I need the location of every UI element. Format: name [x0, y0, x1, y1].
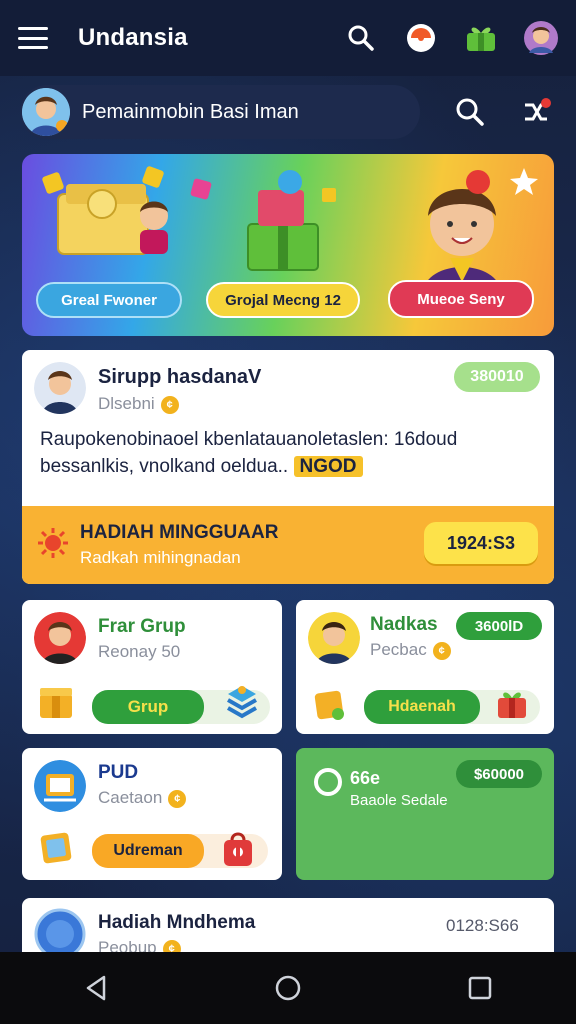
tile-avatar	[34, 612, 86, 664]
bottom-card-title: Hadiah Mndhema	[98, 912, 256, 933]
tile-subtitle: Caetaon ¢	[98, 788, 187, 808]
shuffle-icon[interactable]	[516, 92, 556, 132]
app-title: Undansia	[78, 24, 188, 51]
coin-icon: ¢	[160, 395, 179, 414]
search-icon[interactable]	[344, 21, 378, 55]
stack-icon	[226, 684, 258, 725]
box-icon	[38, 686, 74, 725]
group-description: Raupokenobinaoel kbenlatauanoletaslen: 1…	[40, 429, 458, 477]
tile-pud[interactable]: PUD Caetaon ¢ Udreman	[22, 748, 282, 880]
tile-action-button[interactable]: Udreman	[92, 834, 204, 868]
home-icon[interactable]	[258, 958, 318, 1018]
weekly-reward-subtitle: Radkah mihingnadan	[80, 548, 241, 567]
weekly-reward-title: HADIAH MINGGUAAR	[80, 522, 279, 543]
highlight-tag: NGOD	[293, 456, 363, 477]
search-icon[interactable]	[450, 92, 490, 132]
tile-action-button[interactable]: Grup	[92, 690, 204, 724]
bottom-card-amount: 0128:S66	[446, 916, 519, 935]
tile-title: 66e	[350, 768, 381, 788]
photo-icon	[38, 830, 74, 871]
banner-button-1[interactable]: Greal Fwoner	[36, 282, 182, 318]
tile-green[interactable]: 66e Baaole Sedale $60000	[296, 748, 554, 880]
search-field[interactable]: Pemainmobin Basi Iman	[20, 85, 420, 139]
tile-action-button[interactable]: Hdaenah	[364, 690, 480, 724]
coin-icon: ¢	[432, 641, 451, 660]
tile-subtitle: Pecbac ¢	[370, 640, 451, 660]
banner-button-2[interactable]: Grojal Mecng 12	[206, 282, 360, 318]
group-title: Sirupp hasdanaV	[98, 366, 262, 388]
ring-icon	[314, 768, 342, 796]
weekly-reward-strip[interactable]: HADIAH MINGGUAAR Radkah mihingnadan 1924…	[22, 506, 554, 584]
group-avatar	[34, 362, 86, 414]
group-subtitle: Dlsebni ¢	[98, 394, 179, 414]
search-text: Pemainmobin Basi Iman	[82, 100, 299, 123]
search-row: Pemainmobin Basi Iman	[20, 84, 556, 140]
sun-icon	[38, 528, 68, 563]
recents-icon[interactable]	[450, 958, 510, 1018]
back-icon[interactable]	[66, 958, 126, 1018]
menu-icon[interactable]	[18, 27, 48, 49]
profile-avatar[interactable]	[524, 21, 558, 55]
tile-title: Nadkas	[370, 614, 438, 635]
bottom-reward-card[interactable]: Hadiah Mndhema Peobup ¢ 0128:S66	[22, 898, 554, 958]
bag-icon	[220, 830, 256, 873]
tile-title: Frar Grup	[98, 616, 186, 637]
lantern-icon	[312, 686, 348, 727]
tile-badge: $60000	[456, 760, 542, 788]
group-badge: 380010	[454, 362, 540, 392]
coin-icon: ¢	[168, 789, 187, 808]
tile-title: PUD	[98, 762, 139, 783]
tile-avatar	[34, 760, 86, 812]
tile-subtitle: Reonay 50	[98, 642, 181, 661]
notification-chat-icon[interactable]	[404, 21, 438, 55]
gift-icon[interactable]	[464, 21, 498, 55]
promo-banner[interactable]: Greal Fwoner Grojal Mecng 12 Mueoe Seny	[22, 154, 554, 336]
tile-nadkas[interactable]: Nadkas Pecbac ¢ 3600lD Hdaenah	[296, 600, 554, 734]
weekly-reward-amount[interactable]: 1924:S3	[424, 522, 538, 564]
app-bar: Undansia	[0, 0, 576, 76]
tile-badge: 3600lD	[456, 612, 542, 640]
user-avatar[interactable]	[22, 88, 70, 136]
gift-icon	[496, 686, 528, 725]
group-card[interactable]: Sirupp hasdanaV Dlsebni ¢ 380010 Raupoken…	[22, 350, 554, 584]
tile-subtitle: Baaole Sedale	[350, 792, 448, 809]
system-nav-bar	[0, 952, 576, 1024]
globe-icon	[34, 908, 86, 958]
tile-avatar	[308, 612, 360, 664]
tile-free-group[interactable]: Frar Grup Reonay 50 Grup	[22, 600, 282, 734]
banner-button-3[interactable]: Mueoe Seny	[388, 280, 534, 318]
